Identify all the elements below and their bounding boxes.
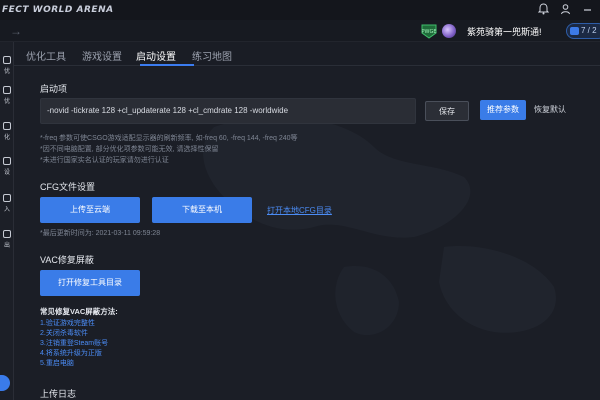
forward-arrow-icon[interactable]: → xyxy=(10,24,22,38)
rail-item-6[interactable]: 出 xyxy=(1,230,13,250)
open-local-cfg-link[interactable]: 打开本地CFG目录 xyxy=(267,205,332,216)
vac-steps-list: 1.验证游戏完整性 2.关闭杀毒软件 3.注销重登Steam账号 4.将系统升级… xyxy=(40,319,108,369)
last-update-time: *最后更新时间为: 2021-03-11 09:59:28 xyxy=(40,230,161,237)
tab-bar: 优化工具 游戏设置 启动设置 练习地图 xyxy=(14,42,600,66)
rail-item-4[interactable]: 设 xyxy=(1,157,13,177)
bell-icon[interactable] xyxy=(536,3,550,17)
left-rail: 优 优 化 设 入 出 xyxy=(0,42,14,400)
window-controls xyxy=(536,3,594,17)
title-bar: FECT WORLD ARENA xyxy=(0,0,600,20)
tab-practice-maps[interactable]: 练习地图 xyxy=(192,48,232,63)
username[interactable]: 紫苑骑第一兜斯通! xyxy=(467,25,542,38)
active-tab-indicator xyxy=(140,64,194,66)
monitor-icon xyxy=(3,157,11,165)
download-to-local-button[interactable]: 下载至本机 xyxy=(152,197,252,223)
upload-to-cloud-button[interactable]: 上传至云端 xyxy=(40,197,140,223)
app-brand: FECT WORLD ARENA xyxy=(2,5,114,15)
grid-icon xyxy=(3,56,11,64)
reset-default-button[interactable]: 恢复默认 xyxy=(530,100,570,120)
list-item[interactable]: 2.关闭杀毒软件 xyxy=(40,329,108,339)
list-item[interactable]: 3.注销重登Steam账号 xyxy=(40,339,108,349)
vac-repair-title: VAC修复屏蔽 xyxy=(40,255,94,265)
launch-options-input[interactable]: -novid -tickrate 128 +cl_updaterate 128 … xyxy=(40,98,416,124)
cfg-settings-title: CFG文件设置 xyxy=(40,182,95,192)
tab-launch-settings[interactable]: 启动设置 xyxy=(136,48,176,63)
user-icon[interactable] xyxy=(558,3,572,17)
download-icon xyxy=(3,194,11,202)
avatar[interactable] xyxy=(442,24,456,38)
tab-game-settings[interactable]: 游戏设置 xyxy=(82,48,122,63)
rail-item-2[interactable]: 优 xyxy=(1,86,13,106)
rail-item-5[interactable]: 入 xyxy=(1,194,13,214)
rail-item-1[interactable]: 优 xyxy=(1,56,13,76)
chat-bubble-icon xyxy=(570,27,579,35)
refresh-icon xyxy=(3,86,11,94)
hint-line: *因不同电脑配置, 部分优化项参数可能无效, 请选择性保留 xyxy=(40,146,219,153)
pwge-badge-icon: PWGE xyxy=(421,24,437,39)
message-counter[interactable]: 7 / 2 xyxy=(566,23,600,39)
message-count: 7 / 2 xyxy=(581,26,597,35)
minimize-icon[interactable] xyxy=(580,3,594,17)
rail-item-3[interactable]: 化 xyxy=(1,122,13,142)
save-button[interactable]: 保存 xyxy=(425,101,469,121)
launch-options-title: 启动项 xyxy=(40,84,68,94)
vac-methods-title: 常见修复VAC屏蔽方法: xyxy=(40,307,118,316)
hint-line: *-freq 参数可使CSGO游戏适配显示器的刷新频率, 如-freq 60, … xyxy=(40,135,298,142)
list-item[interactable]: 1.验证游戏完整性 xyxy=(40,319,108,329)
list-item[interactable]: 5.重启电脑 xyxy=(40,359,108,369)
upload-log-title: 上传日志 xyxy=(40,389,77,399)
list-item[interactable]: 4.将系统升级为正版 xyxy=(40,349,108,359)
hint-line: *未进行国家实名认证的玩家请勿进行认证 xyxy=(40,157,169,164)
settings-icon xyxy=(3,122,11,130)
tab-optimize-tools[interactable]: 优化工具 xyxy=(26,48,66,63)
recommend-params-button[interactable]: 推荐参数 xyxy=(480,100,526,120)
launch-settings-panel: 启动项 -novid -tickrate 128 +cl_updaterate … xyxy=(14,67,600,400)
export-icon xyxy=(3,230,11,238)
pwge-badge-text: PWGE xyxy=(422,29,437,35)
open-repair-tool-button[interactable]: 打开修复工具目录 xyxy=(40,270,140,296)
